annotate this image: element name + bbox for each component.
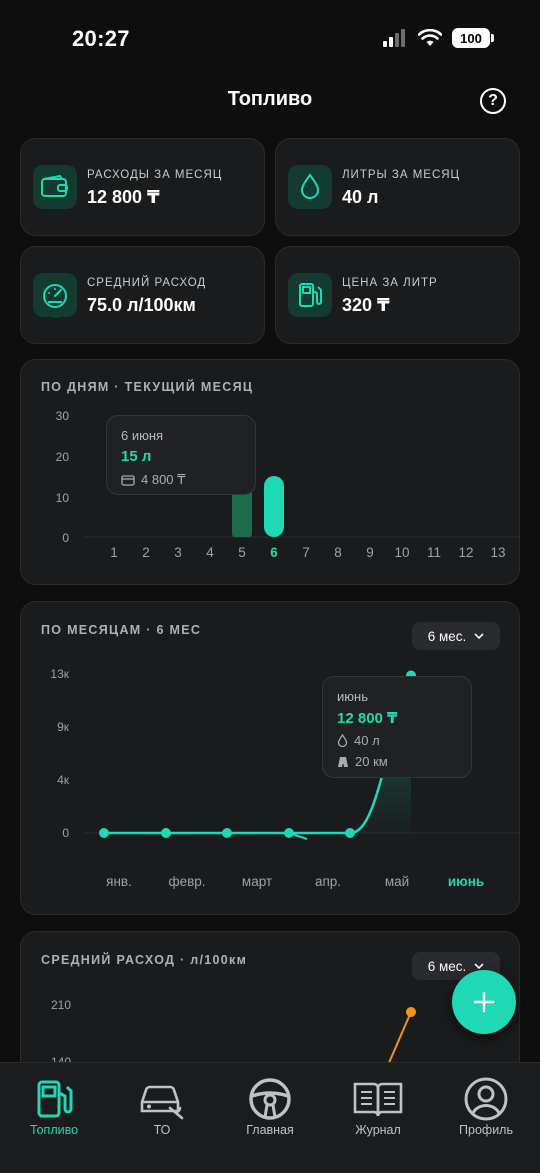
- car-wrench-icon: [135, 1077, 189, 1121]
- droplet-icon: [288, 165, 332, 209]
- x-tick: 9: [366, 545, 374, 560]
- stat-card-liters: ЛИТРЫ ЗА МЕСЯЦ 40 л: [275, 138, 520, 236]
- fuel-pump-icon: [288, 273, 332, 317]
- status-icons: 100: [382, 28, 494, 48]
- tooltip-amount-row: 4 800 ₸: [121, 472, 185, 488]
- x-tick-active: июнь: [447, 874, 485, 889]
- wallet-icon: [33, 165, 77, 209]
- signal-icon: [383, 29, 405, 47]
- stat-label: ЦЕНА ЗА ЛИТР: [342, 277, 438, 289]
- x-tick: 1: [110, 545, 118, 560]
- x-tick: 7: [302, 545, 310, 560]
- tab-label: ТО: [153, 1123, 171, 1137]
- x-tick: 14: [515, 545, 519, 560]
- book-icon: [351, 1077, 405, 1121]
- x-tick: май: [384, 874, 410, 889]
- avg-data-point: [406, 1007, 416, 1017]
- tab-label: Топливо: [29, 1123, 79, 1137]
- tab-label: Главная: [246, 1123, 294, 1137]
- monthly-data-point[interactable]: [99, 828, 109, 838]
- tab-fuel[interactable]: Топливо: [9, 1077, 99, 1137]
- tooltip-km: 20 км: [355, 754, 388, 769]
- x-tick: 13: [490, 545, 506, 560]
- monthly-data-point[interactable]: [161, 828, 171, 838]
- x-tick: 3: [174, 545, 182, 560]
- add-refuel-button[interactable]: [452, 970, 516, 1034]
- daily-chart-card: ПО ДНЯМ · ТЕКУЩИЙ МЕСЯЦ 30 20 10 0 1 2 3…: [20, 359, 520, 585]
- fuel-pump-icon: [27, 1077, 81, 1121]
- stat-label: РАСХОДЫ ЗА МЕСЯЦ: [87, 169, 223, 181]
- tooltip-value: 12 800 ₸: [337, 710, 398, 727]
- status-bar: 20:27 100: [0, 0, 540, 80]
- stat-value: 320 ₸: [342, 295, 390, 315]
- battery-icon: 100: [452, 28, 494, 48]
- x-tick: 12: [458, 545, 474, 560]
- tooltip-liters: 40 л: [354, 733, 380, 748]
- tab-label: Журнал: [355, 1123, 401, 1137]
- x-tick: 4: [206, 545, 214, 560]
- page-title: Топливо: [227, 88, 313, 110]
- x-tick: янв.: [106, 874, 132, 889]
- x-tick: март: [241, 874, 273, 889]
- daily-bar[interactable]: [232, 488, 252, 537]
- x-tick: 8: [334, 545, 342, 560]
- card-icon: [121, 474, 135, 486]
- tooltip-km-row: 20 км: [337, 754, 388, 769]
- wifi-icon: [418, 29, 442, 46]
- tooltip-amount: 4 800 ₸: [141, 472, 186, 487]
- tooltip-date: июнь: [337, 689, 368, 704]
- x-tick: апр.: [314, 874, 342, 889]
- monthly-data-point[interactable]: [222, 828, 232, 838]
- stat-label: ЛИТРЫ ЗА МЕСЯЦ: [342, 169, 461, 181]
- tab-bar: Топливо ТО Главная Журнал Профиль: [0, 1062, 540, 1173]
- stat-value: 12 800 ₸: [87, 187, 160, 207]
- droplet-icon: [337, 734, 348, 747]
- x-tick: февр.: [168, 874, 206, 889]
- stat-value: 75.0 л/100км: [87, 295, 196, 315]
- tab-home[interactable]: Главная: [225, 1077, 315, 1137]
- daily-tooltip: 6 июня 15 л 4 800 ₸: [106, 415, 256, 495]
- stat-card-avg-consumption: СРЕДНИЙ РАСХОД 75.0 л/100км: [20, 246, 265, 344]
- tooltip-date: 6 июня: [121, 428, 164, 443]
- stat-card-price: ЦЕНА ЗА ЛИТР 320 ₸: [275, 246, 520, 344]
- x-tick: 2: [142, 545, 150, 560]
- tooltip-value: 15 л: [121, 448, 152, 465]
- stat-value: 40 л: [342, 187, 379, 207]
- speedometer-icon: [33, 273, 77, 317]
- tab-label: Профиль: [459, 1123, 513, 1137]
- status-time: 20:27: [72, 26, 130, 51]
- user-circle-icon: [459, 1077, 513, 1121]
- tab-journal[interactable]: Журнал: [333, 1077, 423, 1137]
- x-tick-active: 6: [270, 545, 278, 560]
- steering-wheel-icon: [243, 1077, 297, 1121]
- x-tick: 10: [394, 545, 410, 560]
- tab-profile[interactable]: Профиль: [441, 1077, 531, 1137]
- monthly-tooltip: июнь 12 800 ₸ 40 л 20 км: [322, 676, 472, 778]
- question-circle-icon[interactable]: ?: [480, 88, 506, 114]
- stat-label: СРЕДНИЙ РАСХОД: [87, 277, 207, 289]
- monthly-data-point[interactable]: [284, 828, 294, 838]
- road-icon: [338, 756, 348, 767]
- tab-service[interactable]: ТО: [117, 1077, 207, 1137]
- monthly-chart-card: ПО МЕСЯЦАМ · 6 МЕС 6 мес. 13к 9к 4к 0 ян…: [20, 601, 520, 915]
- monthly-data-point[interactable]: [345, 828, 355, 838]
- x-tick: 5: [238, 545, 246, 560]
- daily-bar[interactable]: [264, 476, 284, 537]
- plus-icon: [473, 991, 495, 1013]
- tooltip-liters-row: 40 л: [337, 733, 380, 748]
- x-tick: 11: [426, 545, 441, 560]
- stat-card-expenses: РАСХОДЫ ЗА МЕСЯЦ 12 800 ₸: [20, 138, 265, 236]
